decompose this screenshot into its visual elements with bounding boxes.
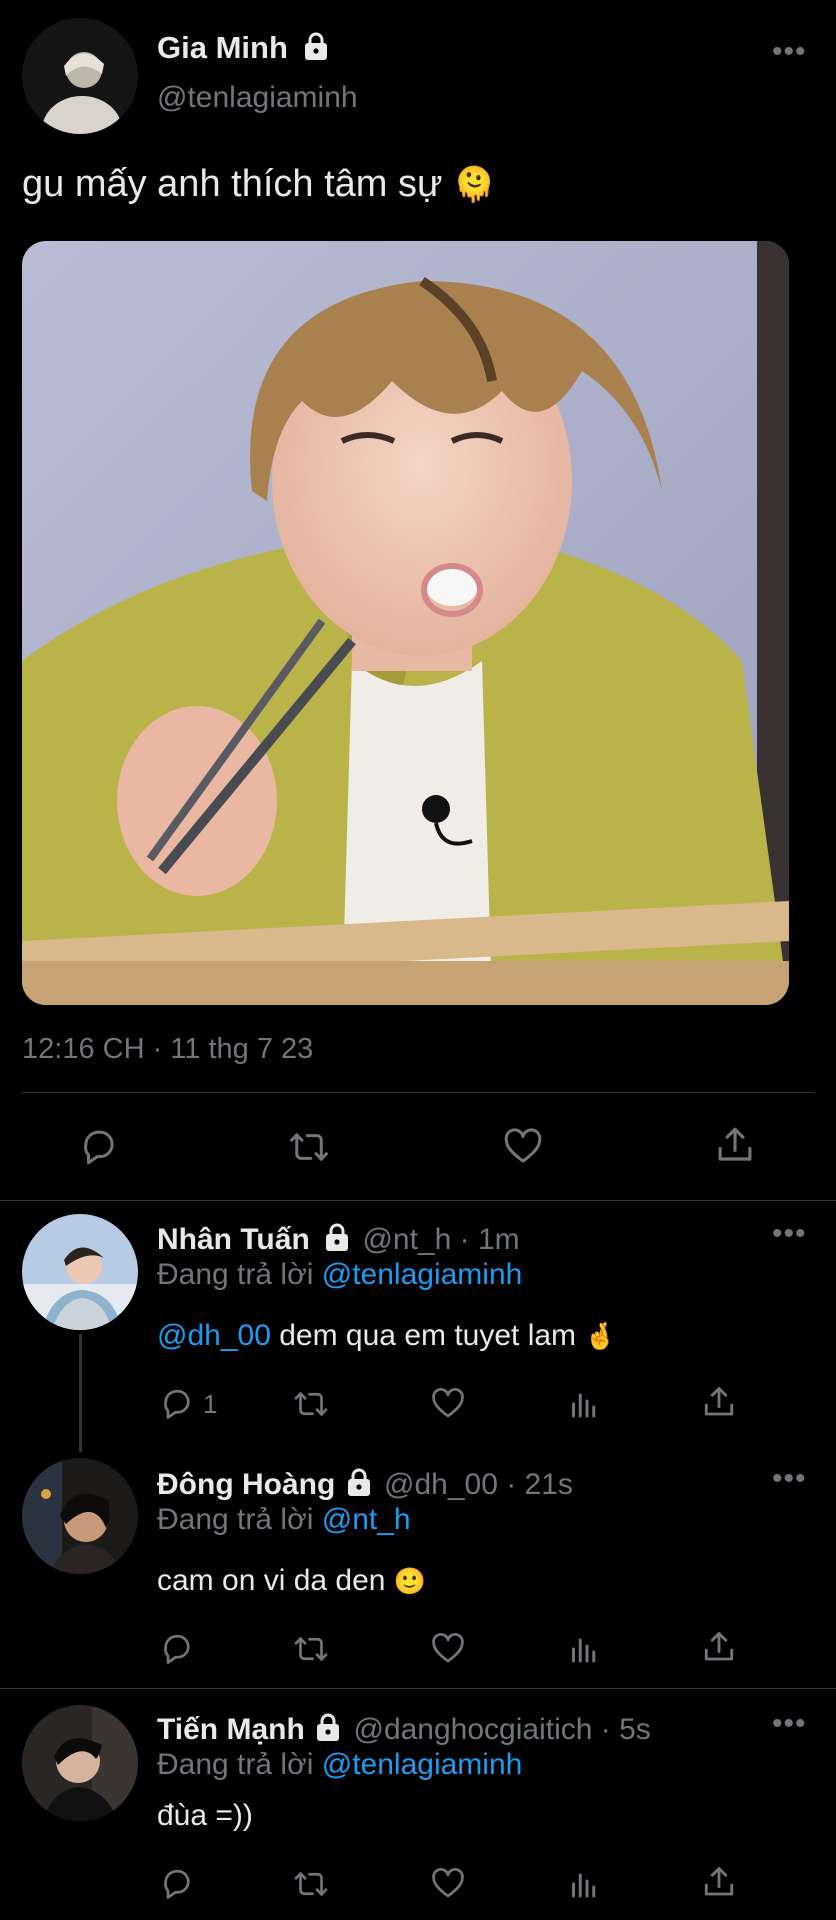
avatar[interactable] — [22, 1214, 138, 1330]
replying-prefix: Đang trả lời — [157, 1748, 314, 1781]
replying-to: Đang trả lời @tenlagiaminh — [157, 1258, 522, 1292]
replying-prefix: Đang trả lời — [157, 1258, 314, 1291]
thread-line — [79, 1334, 82, 1452]
views-icon[interactable] — [566, 1866, 602, 1902]
section-divider — [0, 1200, 836, 1201]
like-icon[interactable] — [430, 1631, 466, 1667]
replying-to-link[interactable]: @tenlagiaminh — [322, 1258, 523, 1291]
retweet-icon[interactable] — [292, 1386, 330, 1422]
views-icon[interactable] — [566, 1631, 602, 1667]
reply-icon[interactable] — [78, 1126, 120, 1168]
replying-to: Đang trả lời @nt_h — [157, 1503, 411, 1537]
handle-time[interactable]: @dh_00 · 21s — [384, 1468, 573, 1501]
reply-header: Đông Hoàng @dh_00 · 21s — [157, 1467, 573, 1505]
reply-header: Nhân Tuấn @nt_h · 1m — [157, 1222, 520, 1260]
tweet-timestamp[interactable]: 12:16 CH · 11 thg 7 23 — [22, 1033, 313, 1066]
retweet-icon[interactable] — [292, 1631, 330, 1667]
replying-to-link[interactable]: @nt_h — [322, 1503, 411, 1536]
share-icon[interactable] — [701, 1864, 737, 1900]
mention-link[interactable]: @dh_00 — [157, 1319, 271, 1352]
reply-text: cam on vi da den 🙂 — [157, 1564, 426, 1598]
tweet-image[interactable] — [22, 241, 789, 1005]
replying-prefix: Đang trả lời — [157, 1503, 314, 1536]
smile-emoji: 🙂 — [393, 1566, 427, 1596]
tweet-text-content: gu mấy anh thích tâm sự — [22, 163, 443, 205]
replying-to-link[interactable]: @tenlagiaminh — [322, 1748, 523, 1781]
more-icon[interactable]: ••• — [772, 37, 807, 67]
reply-icon[interactable] — [159, 1631, 195, 1667]
avatar[interactable] — [22, 1705, 138, 1821]
handle-time[interactable]: @danghocgiaitich · 5s — [353, 1713, 650, 1746]
views-icon[interactable] — [566, 1386, 602, 1422]
lock-icon — [303, 31, 329, 69]
lock-icon — [315, 1712, 341, 1750]
share-icon[interactable] — [714, 1124, 756, 1166]
author-name[interactable]: Nhân Tuấn — [157, 1223, 310, 1256]
more-icon[interactable]: ••• — [772, 1709, 807, 1739]
more-icon[interactable]: ••• — [772, 1464, 807, 1494]
reply-icon[interactable]: 1 — [159, 1386, 217, 1422]
timestamp-divider — [22, 1092, 814, 1093]
lock-icon — [324, 1222, 350, 1260]
author-name[interactable]: Tiến Mạnh — [157, 1713, 305, 1746]
like-icon[interactable] — [430, 1866, 466, 1902]
author-name-text: Gia Minh — [157, 30, 288, 65]
reply-divider — [0, 1688, 836, 1689]
more-icon[interactable]: ••• — [772, 1219, 807, 1249]
replying-to: Đang trả lời @tenlagiaminh — [157, 1748, 522, 1782]
tweet-text: gu mấy anh thích tâm sự 🫠 — [22, 163, 495, 206]
share-icon[interactable] — [701, 1629, 737, 1665]
lock-icon — [346, 1467, 372, 1505]
retweet-icon[interactable] — [287, 1126, 331, 1168]
like-icon[interactable] — [502, 1126, 544, 1168]
reply-text-content: cam on vi da den — [157, 1564, 386, 1597]
author-name[interactable]: Đông Hoàng — [157, 1468, 335, 1501]
reply-icon[interactable] — [159, 1866, 195, 1902]
like-icon[interactable] — [430, 1386, 466, 1422]
reply-count: 1 — [203, 1388, 218, 1419]
reply-text: @dh_00 dem qua em tuyet lam 🤞 — [157, 1319, 617, 1353]
crossed-fingers-emoji: 🤞 — [584, 1321, 617, 1351]
retweet-icon[interactable] — [292, 1866, 330, 1902]
reply-header: Tiến Mạnh @danghocgiaitich · 5s — [157, 1712, 651, 1750]
author-name[interactable]: Gia Minh — [157, 30, 329, 69]
reply-text: đùa =)) — [157, 1799, 253, 1832]
author-handle[interactable]: @tenlagiaminh — [157, 81, 358, 115]
reply-text-content: dem qua em tuyet lam — [279, 1319, 577, 1352]
avatar[interactable] — [22, 1458, 138, 1574]
share-icon[interactable] — [701, 1384, 737, 1420]
handle-time[interactable]: @nt_h · 1m — [362, 1223, 519, 1256]
melting-face-emoji: 🫠 — [452, 166, 496, 204]
avatar[interactable] — [22, 18, 138, 134]
